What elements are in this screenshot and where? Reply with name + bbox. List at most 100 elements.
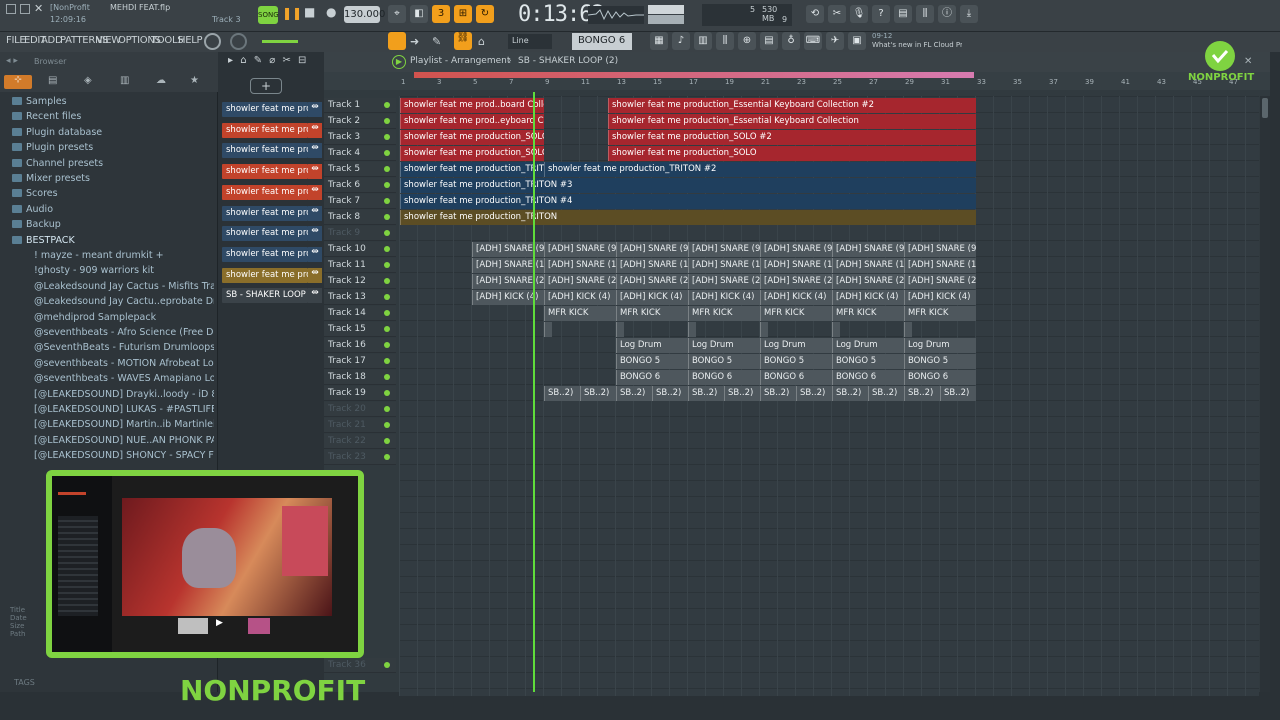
browser-item[interactable]: Scores [0, 188, 214, 203]
playlist-clip[interactable]: showler feat me prod..eyboard Collection [400, 114, 544, 129]
news-text[interactable]: What's new in FL Cloud Pro? [872, 41, 962, 49]
browser-item[interactable]: Recent files [0, 111, 214, 126]
pencil-icon[interactable]: ✎ [432, 35, 441, 48]
master-volume-slider[interactable] [262, 40, 298, 43]
loop-record-icon[interactable]: ↻ [476, 5, 494, 23]
playlist-clip[interactable] [688, 322, 696, 337]
playlist-clip[interactable]: MFR KICK [616, 306, 688, 321]
playlist-clip[interactable]: [ADH] SNARE (9) [544, 242, 616, 257]
playlist-clip[interactable]: BONGO 5 [760, 354, 832, 369]
browser-item[interactable]: Audio [0, 204, 214, 219]
close-icon[interactable]: ✕ [34, 2, 43, 15]
browser-item[interactable]: @Leakedsound Jay Cactu..eprobate Drill L… [0, 296, 214, 311]
playlist-clip[interactable]: [ADH] SNARE (13) [544, 258, 616, 273]
vertical-scrollbar[interactable] [1260, 96, 1270, 692]
playlist-clip[interactable]: [ADH] KICK (4) [760, 290, 832, 305]
info-icon[interactable]: ⓘ [938, 5, 956, 23]
channel-rack-icon[interactable]: ▥ [694, 32, 712, 50]
minimize-icon[interactable] [6, 4, 16, 14]
playlist-clip[interactable]: Log Drum [904, 338, 976, 353]
playlist-clip[interactable]: SB..2) [904, 386, 940, 401]
browser-item[interactable]: @Leakedsound Jay Cactus - Misfits Trap L… [0, 281, 214, 296]
playlist-clip[interactable]: [ADH] SNARE (9) [688, 242, 760, 257]
playlist-clip[interactable]: SB..2) [940, 386, 976, 401]
channel-move-icon[interactable]: ⇹ [308, 102, 322, 117]
playlist-clip[interactable]: BONGO 6 [616, 370, 688, 385]
browser-item[interactable]: BESTPACK [0, 235, 214, 250]
playlist-clip[interactable]: SB..2) [832, 386, 868, 401]
menu-file[interactable]: FILE [6, 35, 26, 46]
playlist-clip[interactable]: [ADH] SNARE (9) [760, 242, 832, 257]
pause-icon[interactable]: ❚❚ [282, 6, 302, 22]
browser-item[interactable]: Plugin presets [0, 142, 214, 157]
browser-item[interactable]: Backup [0, 219, 214, 234]
browser-item[interactable]: Samples [0, 96, 214, 111]
wait-input-icon[interactable]: ◧ [410, 5, 428, 23]
browser-item[interactable]: @mehdiprod Samplepack [0, 312, 214, 327]
playlist-clip[interactable]: [ADH] SNARE (23) [688, 274, 760, 289]
channel-pattern[interactable]: showler feat me pro.. [222, 102, 308, 117]
files-tab-icon[interactable]: ▤ [48, 75, 57, 86]
channel-move-icon[interactable]: ⇹ [308, 164, 322, 180]
channel-move-icon[interactable]: ⇹ [308, 205, 322, 221]
pattern-icon[interactable] [388, 32, 406, 50]
stop-icon[interactable]: ■ [304, 5, 320, 21]
playlist-clip[interactable] [544, 322, 552, 337]
playlist-clip[interactable]: [ADH] KICK (4) [544, 290, 616, 305]
playlist-clip[interactable]: SB..2) [760, 386, 796, 401]
playlist-clip[interactable]: [ADH] SNARE (23) [616, 274, 688, 289]
browser-item[interactable]: @SeventhBeats - Futurism Drumloops [0, 342, 214, 357]
project-tab-icon[interactable]: ▥ [120, 75, 129, 86]
download-icon[interactable]: ⤓ [960, 5, 978, 23]
all-files-tab[interactable]: ⊹ [4, 75, 32, 89]
tempo-display[interactable]: 130.000 [344, 6, 385, 23]
channel-move-icon[interactable]: ⇹ [308, 184, 322, 200]
playlist-clip[interactable]: BONGO 5 [832, 354, 904, 369]
stamp-icon[interactable]: ⌂ [478, 35, 485, 48]
playlist-clip[interactable]: [ADH] SNARE (9) [904, 242, 976, 257]
project-picker-icon[interactable]: ✈ [826, 32, 844, 50]
browser-item[interactable]: [@LEAKEDSOUND] Martin..ib Martinleib's V… [0, 419, 214, 434]
cloud-tab-icon[interactable]: ☁ [156, 75, 166, 86]
playlist-clip[interactable]: [ADH] KICK (4) [688, 290, 760, 305]
browser-item[interactable]: @seventhbeats - WAVES Amapiano Loops [0, 373, 214, 388]
playlist-clip[interactable]: MFR KICK [688, 306, 760, 321]
playlist-clip[interactable]: MFR KICK [904, 306, 976, 321]
help-icon[interactable]: ? [872, 5, 890, 23]
playlist-clip[interactable]: [ADH] KICK (4) [832, 290, 904, 305]
playlist-clip[interactable]: SB..2) [580, 386, 616, 401]
star-tab-icon[interactable]: ★ [190, 75, 199, 86]
playlist-clip[interactable]: Log Drum [760, 338, 832, 353]
playlist-clip[interactable]: [ADH] SNARE (13) [760, 258, 832, 273]
browser-item[interactable]: Plugin database [0, 127, 214, 142]
tags-label[interactable]: TAGS [14, 678, 35, 687]
playlist-clip[interactable]: showler feat me prod..board Collection #… [400, 98, 544, 113]
browser-item[interactable]: Channel presets [0, 158, 214, 173]
playlist-clip[interactable]: showler feat me production_SOLO [400, 146, 544, 161]
browser-item[interactable]: !ghosty - 909 warriors kit [0, 265, 214, 280]
snap-selector[interactable]: Line [508, 34, 552, 49]
playlist-clip[interactable]: SB..2) [544, 386, 580, 401]
scroll-thumb[interactable] [1262, 98, 1268, 118]
mixer-icon[interactable]: ⫼ [916, 5, 934, 23]
playlist-clip[interactable]: [ADH] SNARE (23) [832, 274, 904, 289]
playlist-clip[interactable]: showler feat me production_TRITON #2 [400, 162, 544, 177]
playhead[interactable] [533, 92, 535, 692]
playlist-clip[interactable]: BONGO 6 [688, 370, 760, 385]
browser-icon[interactable]: ▤ [760, 32, 778, 50]
playlist-clip[interactable]: [ADH] KICK (4) [904, 290, 976, 305]
piano-roll-icon[interactable]: ♪ [672, 32, 690, 50]
playlist-clip[interactable] [616, 322, 624, 337]
playlist-clip[interactable]: showler feat me production_SOLO #2 [400, 130, 544, 145]
browser-item[interactable]: [@LEAKEDSOUND] SHONCY - SPACY FUNK KIT [0, 450, 214, 465]
playlist-clip[interactable] [760, 322, 768, 337]
browser-item[interactable]: ! mayze - meant drumkit + [0, 250, 214, 265]
playlist-clip[interactable]: Log Drum [616, 338, 688, 353]
playlist-clip[interactable]: SB..2) [688, 386, 724, 401]
browser-item[interactable]: @seventhbeats - MOTION Afrobeat Loops [0, 358, 214, 373]
tools-icon[interactable]: ✂ [828, 5, 846, 23]
channel-move-icon[interactable]: ⇹ [308, 288, 322, 304]
playlist-clip[interactable]: [ADH] SNARE (23) [544, 274, 616, 289]
playlist-clip[interactable]: Log Drum [832, 338, 904, 353]
pattern-selector[interactable]: BONGO 6 [572, 33, 632, 50]
